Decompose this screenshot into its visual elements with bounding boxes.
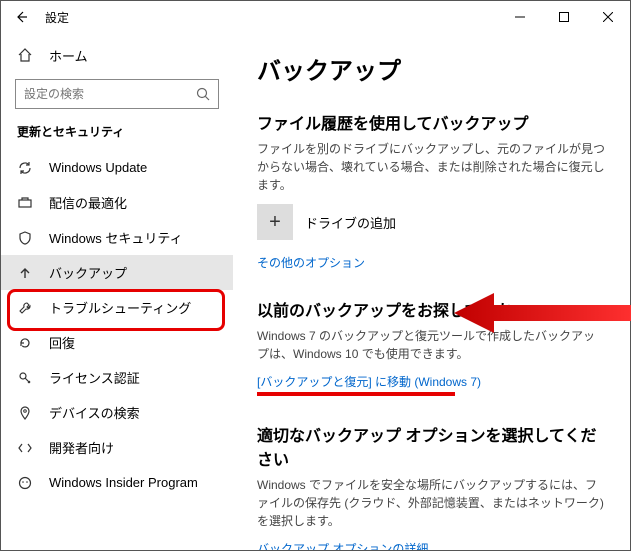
back-button[interactable] — [9, 5, 33, 29]
section-previous-backup: 以前のバックアップをお探しですか? Windows 7 のバックアップと復元ツー… — [257, 297, 606, 396]
sidebar-item-backup[interactable]: バックアップ — [1, 255, 233, 290]
backup-restore-win7-link[interactable]: [バックアップと復元] に移動 (Windows 7) — [257, 373, 606, 390]
backup-icon — [17, 265, 33, 281]
sidebar-item-label: バックアップ — [49, 263, 127, 282]
wrench-icon — [17, 300, 33, 316]
sidebar-item-label: デバイスの検索 — [49, 403, 140, 422]
sidebar-item-label: ライセンス認証 — [49, 368, 140, 387]
sidebar-item-delivery-optimization[interactable]: 配信の最適化 — [1, 185, 233, 220]
sync-icon — [17, 160, 33, 176]
annotation-underline — [257, 392, 455, 396]
search-input[interactable] — [24, 87, 196, 101]
sidebar-item-insider[interactable]: Windows Insider Program — [1, 465, 233, 500]
sidebar-item-label: 開発者向け — [49, 438, 114, 457]
maximize-button[interactable] — [542, 1, 586, 33]
sidebar: ホーム 更新とセキュリティ Windows Update 配信の最適化 Wind… — [1, 33, 233, 550]
section-choose-backup: 適切なバックアップ オプションを選択してください Windows でファイルを安… — [257, 422, 606, 550]
sidebar-item-label: Windows セキュリティ — [49, 228, 183, 247]
recovery-icon — [17, 335, 33, 351]
sidebar-item-label: 回復 — [49, 333, 75, 352]
home-icon — [17, 47, 33, 63]
section-title: 以前のバックアップをお探しですか? — [257, 297, 606, 321]
sidebar-home[interactable]: ホーム — [1, 37, 233, 73]
delivery-icon — [17, 195, 33, 211]
insider-icon — [17, 475, 33, 491]
section-desc: Windows でファイルを安全な場所にバックアップするには、ファイルの保存先 … — [257, 476, 606, 530]
add-drive-label: ドライブの追加 — [305, 213, 396, 232]
sidebar-item-windows-update[interactable]: Windows Update — [1, 150, 233, 185]
section-desc: ファイルを別のドライブにバックアップし、元のファイルが見つからない場合、壊れてい… — [257, 140, 606, 194]
shield-icon — [17, 230, 33, 246]
sidebar-item-label: Windows Insider Program — [49, 475, 198, 490]
section-file-history: ファイル履歴を使用してバックアップ ファイルを別のドライブにバックアップし、元の… — [257, 110, 606, 271]
section-title: 適切なバックアップ オプションを選択してください — [257, 422, 606, 470]
sidebar-item-label: 配信の最適化 — [49, 193, 127, 212]
sidebar-item-label: トラブルシューティング — [49, 298, 191, 317]
sidebar-item-activation[interactable]: ライセンス認証 — [1, 360, 233, 395]
sidebar-item-label: Windows Update — [49, 160, 147, 175]
sidebar-item-troubleshoot[interactable]: トラブルシューティング — [1, 290, 233, 325]
backup-options-detail-link[interactable]: バックアップ オプションの詳細 — [257, 540, 606, 550]
sidebar-home-label: ホーム — [49, 46, 88, 65]
page-title: バックアップ — [257, 51, 606, 86]
close-button[interactable] — [586, 1, 630, 33]
search-icon — [196, 87, 210, 101]
location-icon — [17, 405, 33, 421]
more-options-link[interactable]: その他のオプション — [257, 254, 606, 271]
main-content: バックアップ ファイル履歴を使用してバックアップ ファイルを別のドライブにバック… — [233, 33, 630, 550]
sidebar-group-header: 更新とセキュリティ — [1, 119, 233, 150]
section-title: ファイル履歴を使用してバックアップ — [257, 110, 606, 134]
sidebar-item-find-device[interactable]: デバイスの検索 — [1, 395, 233, 430]
code-icon — [17, 440, 33, 456]
sidebar-item-recovery[interactable]: 回復 — [1, 325, 233, 360]
titlebar: 設定 — [1, 1, 630, 33]
window-title: 設定 — [45, 9, 69, 26]
plus-icon: + — [257, 204, 293, 240]
sidebar-item-developers[interactable]: 開発者向け — [1, 430, 233, 465]
add-drive-button[interactable]: + ドライブの追加 — [257, 204, 606, 240]
key-icon — [17, 370, 33, 386]
sidebar-item-windows-security[interactable]: Windows セキュリティ — [1, 220, 233, 255]
minimize-button[interactable] — [498, 1, 542, 33]
search-box[interactable] — [15, 79, 219, 109]
section-desc: Windows 7 のバックアップと復元ツールで作成したバックアップは、Wind… — [257, 327, 606, 363]
